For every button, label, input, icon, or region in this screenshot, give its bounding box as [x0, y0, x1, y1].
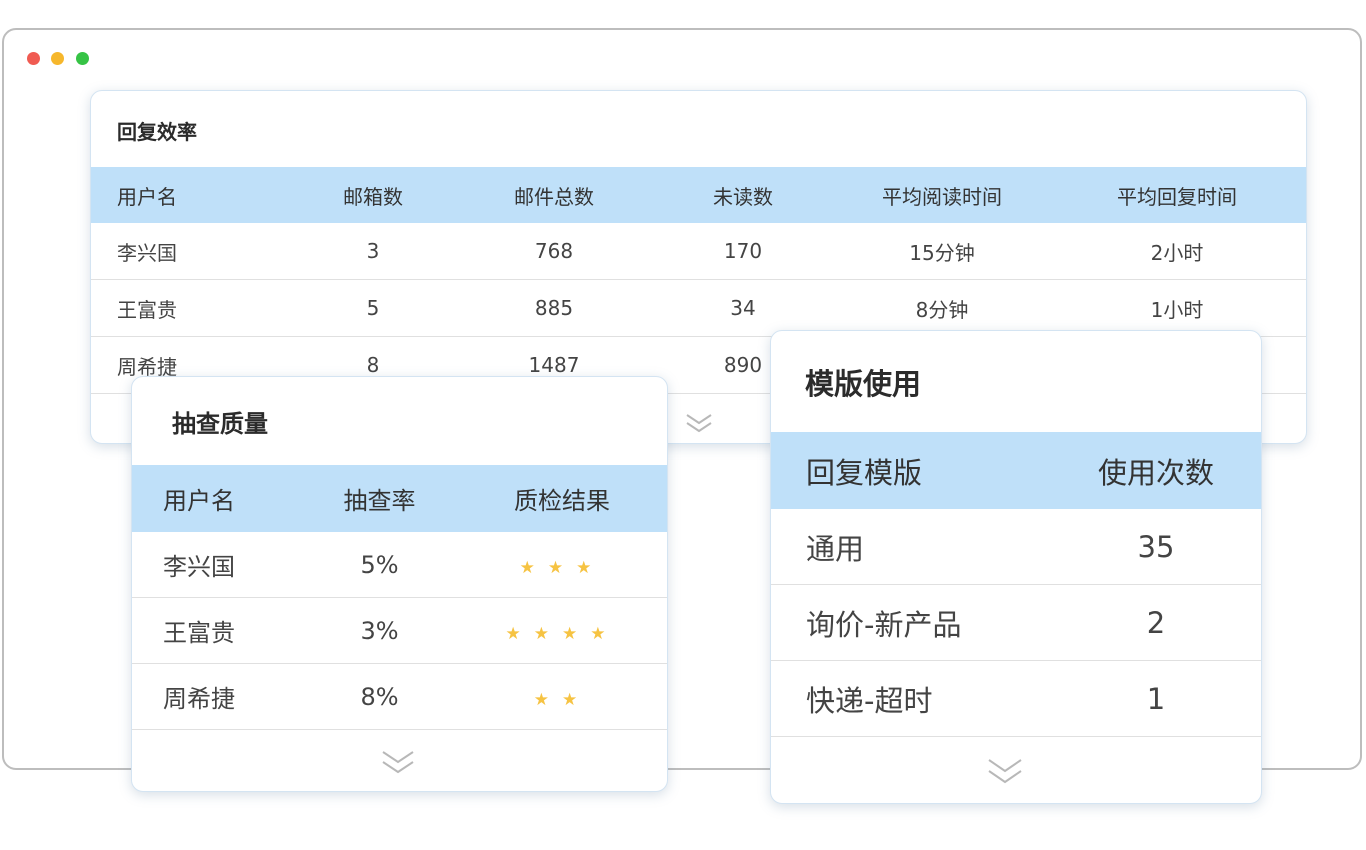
column-header: 抽查率	[302, 465, 457, 532]
star-rating-icon: ★★	[533, 689, 591, 710]
table-header-row: 用户名 邮箱数 邮件总数 未读数 平均阅读时间 平均回复时间	[91, 167, 1306, 223]
table-cell: 王富贵	[91, 279, 288, 337]
column-header: 回复模版	[771, 432, 1051, 509]
table-cell: 34	[650, 279, 836, 337]
window-minimize-button[interactable]	[51, 52, 64, 65]
column-header: 质检结果	[457, 465, 667, 532]
table-cell: 1	[1051, 660, 1261, 737]
star-rating-icon: ★★★★	[505, 623, 619, 644]
template-usage-table: 回复模版 使用次数 通用 35 询价-新产品 2 快递-超时 1	[771, 432, 1261, 737]
table-cell: 通用	[771, 509, 1051, 585]
table-cell: 15分钟	[836, 223, 1048, 280]
table-cell: 3	[288, 223, 458, 280]
table-cell: 1小时	[1048, 279, 1306, 337]
table-cell: 170	[650, 223, 836, 280]
table-cell: 李兴国	[91, 223, 288, 280]
column-header: 未读数	[650, 167, 836, 223]
table-row[interactable]: 王富贵 5 885 34 8分钟 1小时	[91, 279, 1306, 337]
chevron-double-down-icon[interactable]	[685, 413, 713, 435]
table-cell: 8%	[302, 663, 457, 730]
chevron-double-down-icon[interactable]	[381, 750, 415, 776]
column-header: 邮件总数	[458, 167, 650, 223]
column-header: 邮箱数	[288, 167, 458, 223]
table-row[interactable]: 李兴国 5% ★★★	[132, 532, 667, 598]
column-header: 平均阅读时间	[836, 167, 1048, 223]
table-cell: 李兴国	[132, 532, 302, 598]
column-header: 用户名	[132, 465, 302, 532]
table-row[interactable]: 询价-新产品 2	[771, 584, 1261, 661]
table-row[interactable]: 快递-超时 1	[771, 660, 1261, 737]
window-close-button[interactable]	[27, 52, 40, 65]
table-row[interactable]: 周希捷 8% ★★	[132, 663, 667, 730]
table-row[interactable]: 通用 35	[771, 509, 1261, 585]
template-usage-card: 模版使用 回复模版 使用次数 通用 35 询价-新产品 2 快递-超时 1	[770, 330, 1262, 804]
table-cell: 3%	[302, 597, 457, 664]
table-cell: 885	[458, 279, 650, 337]
table-cell: 周希捷	[132, 663, 302, 730]
column-header: 使用次数	[1051, 432, 1261, 509]
chevron-double-down-icon[interactable]	[987, 758, 1023, 786]
table-cell: 2小时	[1048, 223, 1306, 280]
table-cell: 王富贵	[132, 597, 302, 664]
table-cell: 5%	[302, 532, 457, 598]
column-header: 平均回复时间	[1048, 167, 1306, 223]
table-cell: 768	[458, 223, 650, 280]
card-title: 回复效率	[117, 120, 197, 144]
rating-cell: ★★	[457, 663, 667, 730]
table-header-row: 用户名 抽查率 质检结果	[132, 465, 667, 532]
star-rating-icon: ★★★	[519, 557, 605, 578]
card-title: 模版使用	[805, 367, 922, 401]
table-cell: 快递-超时	[771, 660, 1051, 737]
table-row[interactable]: 王富贵 3% ★★★★	[132, 597, 667, 664]
spot-check-quality-table: 用户名 抽查率 质检结果 李兴国 5% ★★★ 王富贵 3% ★★★★ 周希捷 8% ★★	[132, 465, 667, 730]
card-title: 抽查质量	[172, 410, 268, 438]
table-cell: 35	[1051, 509, 1261, 585]
table-header-row: 回复模版 使用次数	[771, 432, 1261, 509]
table-cell: 5	[288, 279, 458, 337]
table-cell: 8分钟	[836, 279, 1048, 337]
column-header: 用户名	[91, 167, 288, 223]
table-row[interactable]: 李兴国 3 768 170 15分钟 2小时	[91, 223, 1306, 280]
rating-cell: ★★★	[457, 532, 667, 598]
window-maximize-button[interactable]	[76, 52, 89, 65]
rating-cell: ★★★★	[457, 597, 667, 664]
table-cell: 询价-新产品	[771, 584, 1051, 661]
table-cell: 2	[1051, 584, 1261, 661]
spot-check-quality-card: 抽查质量 用户名 抽查率 质检结果 李兴国 5% ★★★ 王富贵 3% ★★★★ 周希捷 8%…	[131, 376, 668, 792]
